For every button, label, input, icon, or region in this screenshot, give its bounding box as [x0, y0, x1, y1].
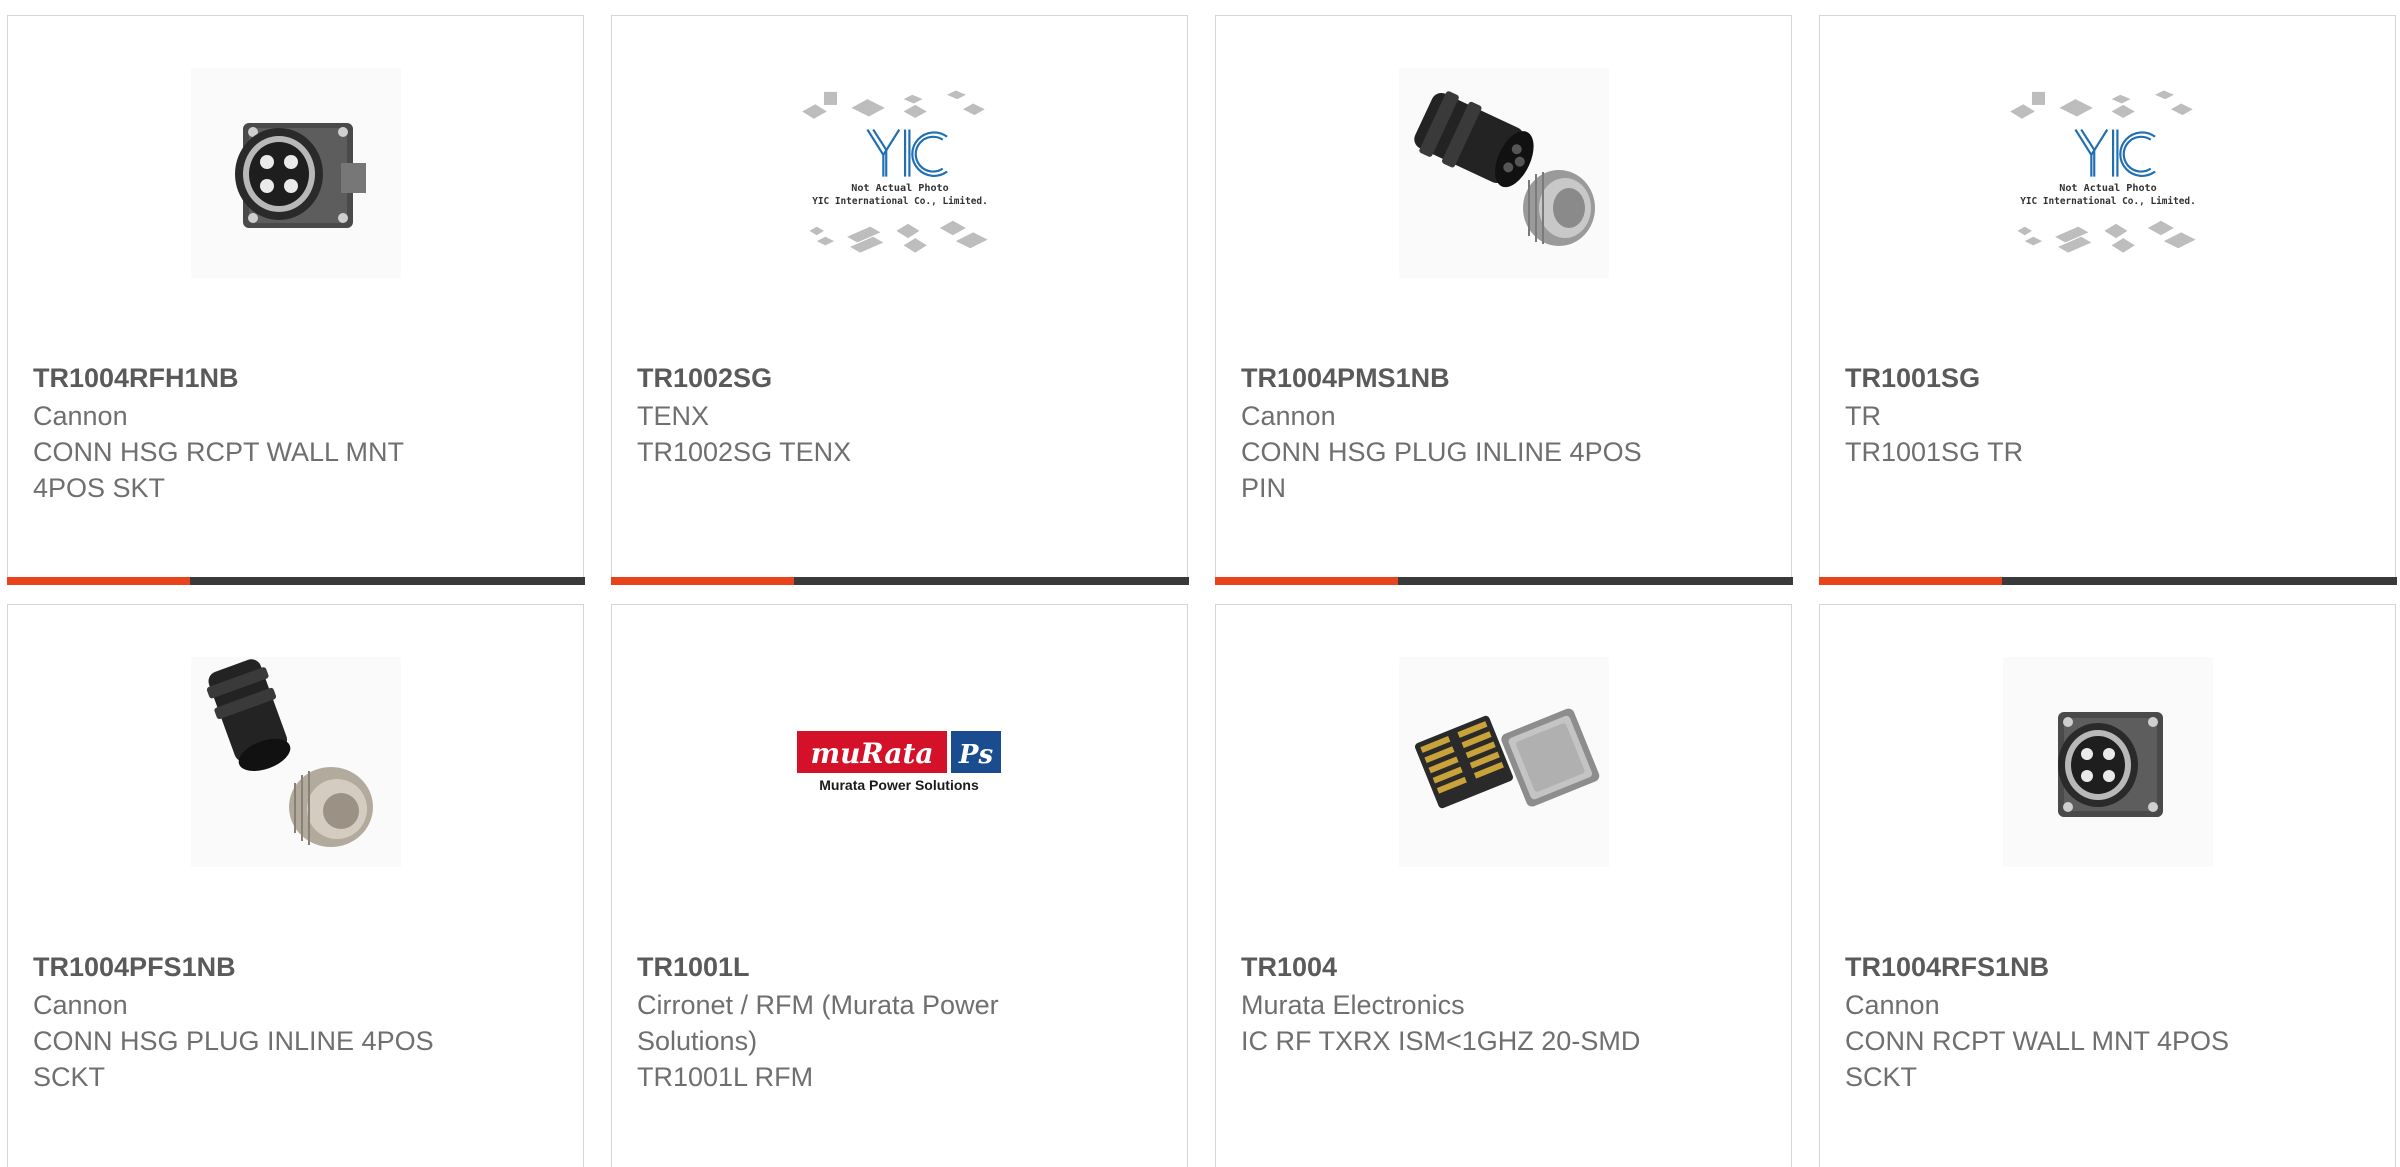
product-card[interactable]: Not Actual Photo YIC International Co., …	[610, 15, 1189, 585]
part-number[interactable]: TR1004	[1241, 947, 1766, 987]
product-card[interactable]: TR1004RFS1NB Cannon CONN RCPT WALL MNT 4…	[1819, 604, 2396, 1167]
product-image-placeholder[interactable]: Not Actual Photo YIC International Co., …	[795, 68, 1005, 278]
product-image-smd-module[interactable]	[1398, 657, 1609, 867]
manufacturer: TR	[1845, 401, 1881, 431]
description: CONN RCPT WALL MNT 4POS SCKT	[1845, 1026, 2230, 1092]
murata-tagline: Murata Power Solutions	[819, 777, 979, 793]
product-image-connector-receptacle[interactable]	[2002, 657, 2213, 867]
description: TR1001L RFM	[637, 1062, 814, 1092]
product-image-connector-receptacle[interactable]	[190, 68, 401, 278]
description: CONN HSG RCPT WALL MNT 4POS SKT	[33, 437, 404, 503]
manufacturer: Cannon	[1241, 401, 1336, 431]
manufacturer: Murata Electronics	[1241, 990, 1465, 1020]
product-image-connector-plug-socket[interactable]	[190, 657, 401, 867]
card-bottom-bar	[1818, 576, 2397, 585]
manufacturer: TENX	[637, 401, 710, 431]
product-image-connector-plug[interactable]	[1398, 68, 1609, 278]
product-card[interactable]: TR1004 Murata Electronics IC RF TXRX ISM…	[1215, 604, 1792, 1167]
part-number[interactable]: TR1004PFS1NB	[33, 947, 558, 987]
card-accent-bar	[6, 576, 190, 585]
part-number[interactable]: TR1001SG	[1845, 358, 2370, 398]
card-accent-bar	[1214, 576, 1398, 585]
part-number[interactable]: TR1004RFS1NB	[1845, 947, 2370, 987]
card-accent-bar	[610, 576, 794, 585]
product-card[interactable]: Not Actual Photo YIC International Co., …	[1818, 15, 2397, 585]
card-bottom-bar	[1214, 576, 1793, 585]
product-card[interactable]: TR1004PMS1NB Cannon CONN HSG PLUG INLINE…	[1214, 15, 1793, 585]
part-number[interactable]: TR1004PMS1NB	[1241, 358, 1766, 398]
manufacturer: Cannon	[33, 990, 128, 1020]
manufacturer: Cannon	[1845, 990, 1940, 1020]
card-bottom-bar	[6, 576, 585, 585]
placeholder-caption-1: Not Actual Photo	[851, 183, 949, 194]
description: TR1002SG TENX	[637, 437, 852, 467]
card-accent-bar	[1818, 576, 2002, 585]
product-card[interactable]: muRata Ps Murata Power Solutions TR1001L…	[611, 604, 1188, 1167]
description: CONN HSG PLUG INLINE 4POS PIN	[1241, 437, 1642, 503]
manufacturer: Cirronet / RFM (Murata Power Solutions)	[637, 990, 999, 1056]
product-card[interactable]: TR1004RFH1NB Cannon CONN HSG RCPT WALL M…	[6, 15, 585, 585]
product-image-murata-logo[interactable]: muRata Ps Murata Power Solutions	[795, 657, 1005, 867]
description: CONN HSG PLUG INLINE 4POS SCKT	[33, 1026, 434, 1092]
card-bottom-bar	[610, 576, 1189, 585]
murata-brand-text: muRata	[810, 737, 933, 770]
part-number[interactable]: TR1001L	[637, 947, 1162, 987]
product-card[interactable]: TR1004PFS1NB Cannon CONN HSG PLUG INLINE…	[7, 604, 584, 1167]
description: TR1001SG TR	[1845, 437, 2024, 467]
part-number[interactable]: TR1004RFH1NB	[33, 358, 558, 398]
description: IC RF TXRX ISM<1GHZ 20-SMD	[1241, 1026, 1641, 1056]
placeholder-caption-2: YIC International Co., Limited.	[812, 196, 988, 207]
murata-ps-badge: Ps	[957, 740, 993, 770]
manufacturer: Cannon	[33, 401, 128, 431]
placeholder-caption-1: Not Actual Photo	[2059, 183, 2157, 194]
placeholder-caption-2: YIC International Co., Limited.	[2020, 196, 2196, 207]
part-number[interactable]: TR1002SG	[637, 358, 1162, 398]
product-grid: TR1004RFH1NB Cannon CONN HSG RCPT WALL M…	[0, 0, 2400, 1167]
product-image-placeholder[interactable]: Not Actual Photo YIC International Co., …	[2003, 68, 2213, 278]
